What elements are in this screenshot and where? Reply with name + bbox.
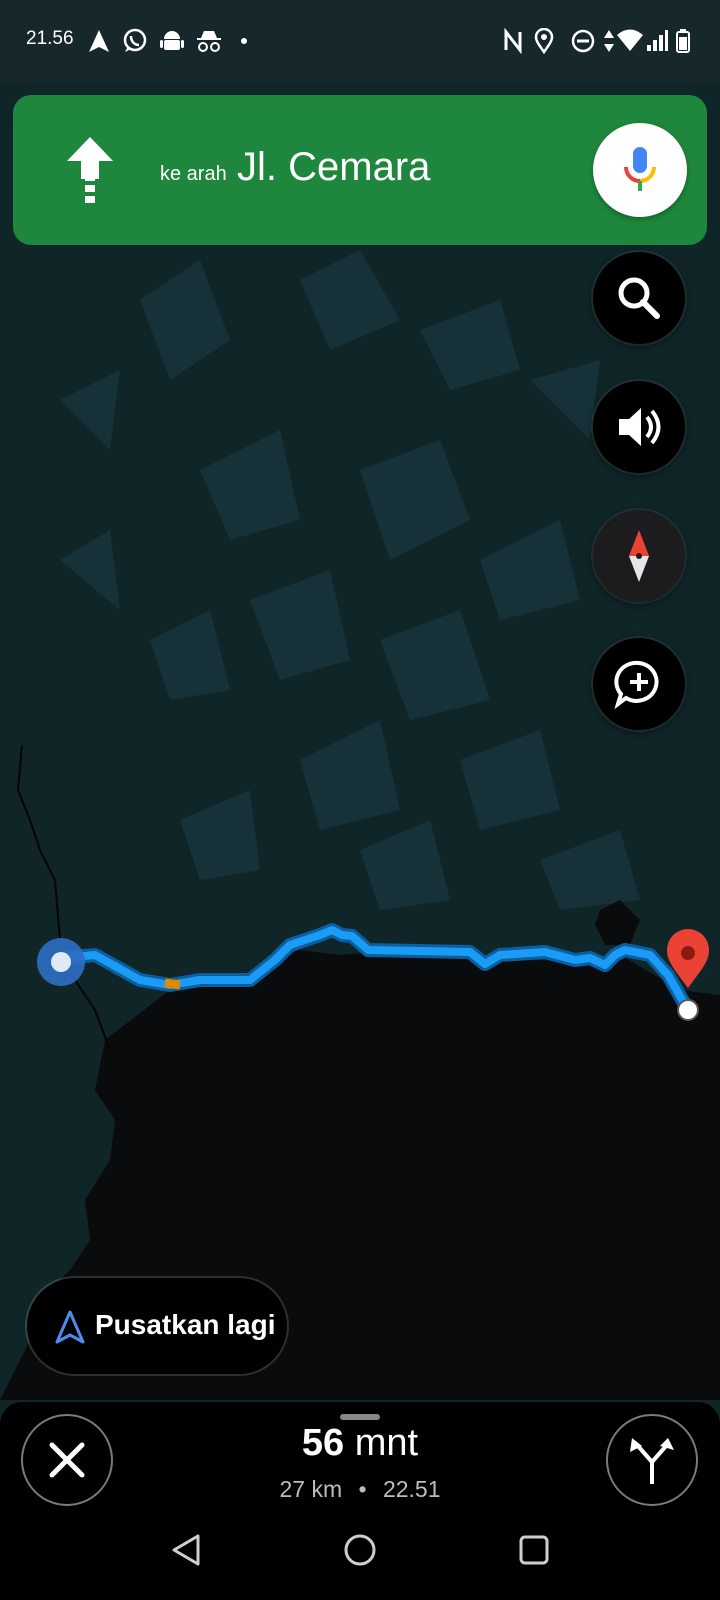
whatsapp-icon [123,28,147,52]
duration-value: 56 [301,1422,345,1464]
alternate-routes-button[interactable] [606,1414,698,1506]
do-not-disturb-icon [571,29,595,53]
home-icon[interactable] [342,1532,378,1568]
navigation-banner[interactable]: ke arah Jl. Cemara [13,95,707,245]
current-location-marker [37,938,85,986]
volume-icon [619,408,661,446]
compass-icon [629,530,649,582]
location-pin-icon [534,28,554,54]
drag-handle[interactable] [340,1414,380,1420]
recenter-label: Pusatkan lagi [95,1309,276,1340]
signal-icon [647,30,668,51]
android-icon [160,31,184,50]
battery-icon [676,29,690,53]
back-icon[interactable] [168,1532,204,1568]
system-navigation-bar [0,1512,720,1600]
route-fork-icon [630,1438,674,1484]
search-icon [618,277,660,319]
arrival-time: 22.51 [382,1476,441,1502]
data-arrows-icon [604,30,614,52]
status-time: 21.56 [26,28,74,49]
dot-icon [241,38,247,44]
banner-prefix: ke arah [160,163,227,185]
recenter-button[interactable]: Pusatkan lagi [27,1278,287,1374]
separator-dot: • [358,1476,367,1502]
banner-street-name: Jl. Cemara [237,145,431,189]
sound-button[interactable] [593,381,685,473]
add-report-icon [614,660,659,710]
nfc-icon [504,28,522,54]
add-report-button[interactable] [593,638,685,730]
search-button[interactable] [593,252,685,344]
traffic-segment [164,978,181,990]
microphone-icon [624,147,656,191]
incognito-icon [197,31,221,52]
status-bar: 21.56 [0,0,720,82]
navigation-arrow-icon [89,30,109,52]
wifi-icon [617,29,643,51]
trip-distance: 27 km [279,1476,343,1502]
voice-search-button[interactable] [593,123,687,217]
recents-icon[interactable] [516,1532,552,1568]
straight-arrow-icon [67,137,113,203]
navigation-arrow-icon [55,1310,85,1344]
compass-button[interactable] [593,510,685,602]
duration-unit: mnt [354,1422,419,1464]
